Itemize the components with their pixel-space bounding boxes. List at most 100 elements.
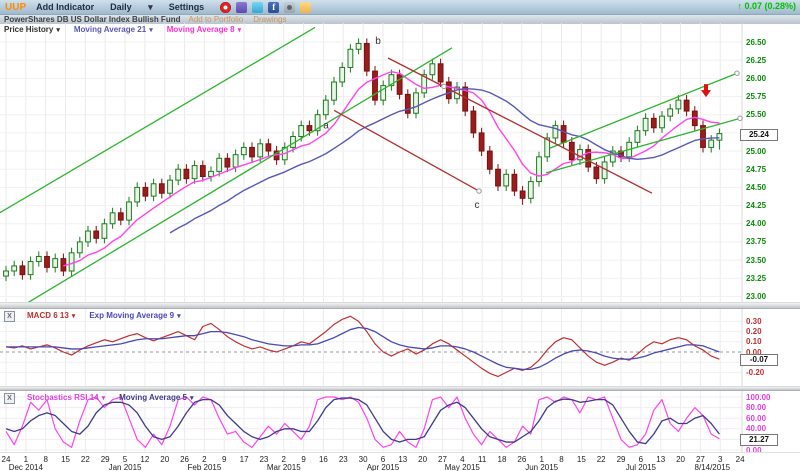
annotation-label-a: a [323,121,329,132]
price-axis-label: 26.00 [746,74,794,83]
toolbar: UUP Add Indicator Daily ▾ Settings f ↑ 0… [0,0,800,15]
month-label: Dec 2014 [9,463,43,471]
macd-panel-legend: X MACD 6 13▾ Exp Moving Average 9▾ [4,311,181,322]
month-label: May 2015 [445,463,480,471]
stoch-axis-label: 80.00 [746,403,794,412]
chevron-down-icon: ▾ [56,27,60,34]
price-axis-label: 25.00 [746,147,794,156]
camera-icon[interactable] [284,2,295,13]
ma21-dropdown[interactable]: Moving Average 21▾ [74,25,153,34]
time-tick: 8 [559,455,563,464]
up-arrow-icon: ↑ [737,1,742,11]
time-tick: 24 [736,455,745,464]
period-dropdown[interactable]: Daily ▾ [110,2,153,13]
last-price-box: 25.24 [740,129,778,141]
symbol-ticker[interactable]: UUP [5,2,26,13]
time-tick: 12 [140,455,149,464]
facebook-icon[interactable]: f [268,2,279,13]
price-axis-label: 24.00 [746,219,794,228]
channel-1-upper[interactable] [0,27,315,215]
add-indicator-button[interactable]: Add Indicator [36,2,94,12]
chevron-down-icon: ▾ [72,313,76,320]
month-label: Jul 2015 [626,463,656,471]
price-axis-label: 25.75 [746,92,794,101]
time-tick: 18 [498,455,507,464]
stoch-axis-label: 40.00 [746,424,794,433]
price-history-dropdown[interactable]: Price History▾ [4,25,60,34]
price-axis-label: 23.50 [746,256,794,265]
time-tick: 20 [160,455,169,464]
time-tick: 9 [301,455,305,464]
month-label: Jan 2015 [109,463,142,471]
time-tick: 22 [597,455,606,464]
panel-splitter[interactable] [0,302,800,309]
annotation-label-c: c [475,200,480,211]
chevron-down-icon: ▾ [148,2,153,12]
change-value: 0.07 (0.28%) [744,1,796,11]
stochastics-dropdown[interactable]: Stochastics RSI 14▾ [27,393,105,404]
macd-value-box: -0.07 [740,354,778,366]
time-axis: 2418152229512202629172329162330613202741… [0,452,800,471]
time-tick: 9 [222,455,226,464]
month-label: 8/14/2015 [695,463,731,471]
twitter-icon[interactable] [252,2,263,13]
month-label: Apr 2015 [367,463,399,471]
chevron-down-icon: ▾ [149,27,153,34]
stoch-axis-label: 60.00 [746,414,794,423]
annotation-label-b: b [375,36,381,47]
community-icon[interactable] [236,2,247,13]
time-tick: 20 [418,455,427,464]
ma8-dropdown[interactable]: Moving Average 8▾ [167,25,241,34]
price-axis-label: 24.25 [746,201,794,210]
price-axis-label: 23.25 [746,274,794,283]
macd-axis-label: 0.10 [746,337,794,346]
price-chart-canvas[interactable]: a b c [0,23,800,302]
channel-1-lower[interactable] [14,48,452,302]
record-icon[interactable] [220,2,231,13]
time-tick: 23 [339,455,348,464]
settings-button[interactable]: Settings [169,2,205,12]
price-axis-label: 25.50 [746,110,794,119]
month-label: Jun 2015 [525,463,558,471]
price-axis-label: 24.50 [746,183,794,192]
price-axis-label: 26.25 [746,56,794,65]
price-axis-label: 26.50 [746,38,794,47]
time-tick: 13 [398,455,407,464]
month-label: Feb 2015 [187,463,221,471]
charting-app: UUP Add Indicator Daily ▾ Settings f ↑ 0… [0,0,800,471]
stoch-axis-label: 100.00 [746,393,794,402]
price-axis-label: 24.75 [746,165,794,174]
macd-axis-label: 0.30 [746,317,794,326]
time-tick: 15 [61,455,70,464]
time-tick: 8 [43,455,47,464]
time-tick: 13 [656,455,665,464]
chevron-down-icon: ▾ [238,27,242,34]
time-tick: 15 [577,455,586,464]
macd-axis-label: 0.20 [746,327,794,336]
stoch-ma-dropdown[interactable]: Moving Average 5▾ [119,393,193,404]
time-tick: 17 [240,455,249,464]
macd-axis-label: -0.20 [746,368,794,377]
chevron-down-icon: ▾ [177,313,181,320]
chevron-down-icon: ▾ [190,395,194,402]
stoch-panel-legend: X Stochastics RSI 14▾ Moving Average 5▾ [4,393,194,404]
price-panel-legend: Price History▾ Moving Average 21▾ Moving… [4,25,241,34]
close-icon[interactable]: X [4,393,15,404]
time-tick: 20 [676,455,685,464]
time-tick: 16 [319,455,328,464]
price-change-text: ↑ 0.07 (0.28%) [737,1,796,11]
price-axis-label: 23.00 [746,292,794,301]
stoch-value-box: 21.27 [740,434,778,446]
time-tick: 22 [81,455,90,464]
time-tick: 29 [617,455,626,464]
price-axis-label: 23.75 [746,237,794,246]
chevron-down-icon: ▾ [102,395,106,402]
month-label: Mar 2015 [267,463,301,471]
channel-2-upper[interactable] [550,73,737,148]
notes-icon[interactable] [300,2,311,13]
down-arrow-marker [701,84,711,97]
period-value: Daily [110,2,132,12]
macd-dropdown[interactable]: MACD 6 13▾ [27,311,75,322]
close-icon[interactable]: X [4,311,15,322]
macd-signal-dropdown[interactable]: Exp Moving Average 9▾ [89,311,180,322]
